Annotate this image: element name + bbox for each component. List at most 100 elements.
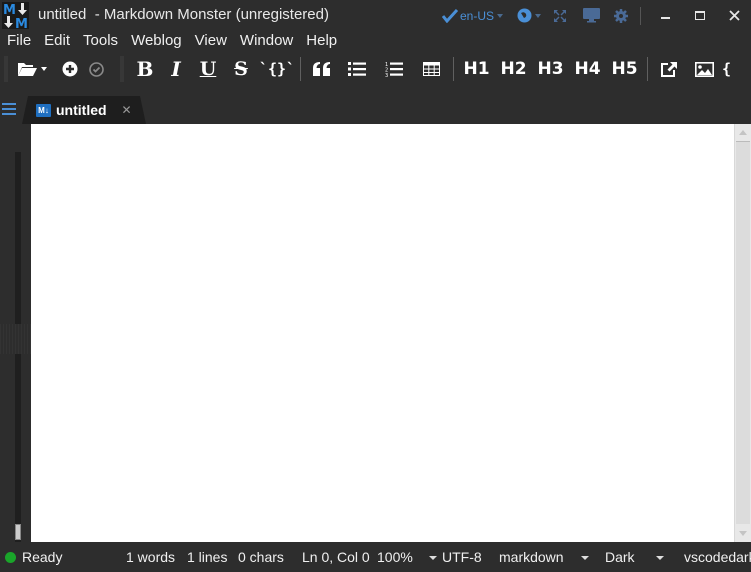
close-button[interactable]: [717, 0, 751, 31]
minimize-icon: [661, 16, 670, 19]
markdown-file-icon: M↓: [36, 103, 51, 117]
tab-untitled[interactable]: M↓ untitled ✕: [22, 96, 146, 124]
toolbar: B I U S `{}` 123 H1 H2 H3 H4 H5 {: [0, 52, 751, 86]
settings-button[interactable]: [614, 8, 628, 23]
chevron-down-icon: [656, 556, 665, 561]
markdown-editor[interactable]: [31, 124, 734, 542]
menu-icon: [2, 103, 16, 105]
editor-gutter: [0, 124, 31, 542]
status-text: Ready: [22, 549, 63, 565]
underline-button[interactable]: U: [192, 54, 224, 84]
menu-window[interactable]: Window: [233, 30, 299, 52]
heading5-button[interactable]: H5: [606, 54, 643, 84]
menu-view[interactable]: View: [188, 30, 233, 52]
sidebar-toggle-button[interactable]: [2, 103, 16, 115]
menu-help[interactable]: Help: [299, 30, 343, 52]
spellcheck-language-button[interactable]: en-US: [441, 8, 503, 23]
chevron-down-icon: [428, 556, 437, 561]
image-icon: [694, 61, 714, 77]
image-button[interactable]: [686, 54, 722, 84]
heading4-button[interactable]: H4: [569, 54, 606, 84]
web-button[interactable]: [517, 8, 541, 23]
chevron-down-icon: [40, 67, 47, 71]
new-document-button[interactable]: [58, 54, 82, 84]
toolbar-separator: [300, 57, 301, 81]
title-bar: M M untitled - Markdown Monster (unregis…: [0, 0, 751, 31]
numbered-list-icon: 123: [385, 62, 403, 77]
language-label: en-US: [459, 8, 494, 23]
title-separator: [640, 6, 641, 25]
gutter-handle[interactable]: [15, 524, 21, 540]
status-indicator-icon: [5, 552, 16, 563]
menu-tools[interactable]: Tools: [76, 30, 124, 52]
heading1-button[interactable]: H1: [458, 54, 495, 84]
zoom-value: 100%: [377, 549, 413, 565]
code-block-icon: {: [722, 60, 732, 78]
syntax-mode-value: markdown: [499, 549, 564, 565]
svg-text:3: 3: [385, 73, 388, 77]
bullet-list-icon: [348, 62, 366, 76]
char-count: 0 chars: [238, 549, 284, 565]
distraction-free-button[interactable]: [553, 9, 567, 23]
table-icon: [422, 62, 440, 76]
tab-close-button[interactable]: ✕: [122, 103, 132, 117]
open-file-button[interactable]: [14, 54, 50, 84]
globe-icon: [517, 8, 532, 23]
settings-icon: [614, 8, 628, 23]
heading3-button[interactable]: H3: [532, 54, 569, 84]
minimize-button[interactable]: [649, 0, 683, 31]
menu-weblog[interactable]: Weblog: [124, 30, 188, 52]
toolbar-separator: [453, 57, 454, 81]
sidebar-splitter[interactable]: [0, 324, 31, 354]
save-check-icon: [88, 61, 104, 77]
editor-vertical-scrollbar[interactable]: [734, 124, 751, 542]
encoding-label[interactable]: UTF-8: [442, 549, 482, 565]
inline-code-button[interactable]: `{}`: [258, 54, 296, 84]
cursor-position: Ln 0, Col 0: [302, 549, 370, 565]
code-block-button[interactable]: {: [722, 54, 742, 84]
svg-text:M: M: [15, 17, 28, 29]
svg-text:M: M: [3, 3, 16, 18]
maximize-button[interactable]: [683, 0, 717, 31]
heading2-button[interactable]: H2: [495, 54, 532, 84]
close-icon: [728, 10, 740, 21]
chevron-down-icon: [497, 13, 503, 18]
theme-dropdown[interactable]: Dark: [605, 549, 665, 565]
menu-file[interactable]: File: [0, 30, 37, 52]
open-folder-icon: [17, 63, 37, 76]
tab-label: untitled: [56, 102, 107, 118]
new-document-icon: [62, 61, 78, 77]
quote-button[interactable]: [305, 54, 339, 84]
tab-strip: M↓ untitled ✕: [0, 86, 751, 124]
word-count: 1 words: [126, 549, 176, 565]
numbered-list-button[interactable]: 123: [375, 54, 413, 84]
spellcheck-icon: [441, 8, 458, 23]
presentation-mode-button[interactable]: [583, 8, 600, 23]
status-bar: Ready 1 words 1 lines 0 chars Ln 0, Col …: [0, 542, 751, 572]
scroll-up-icon[interactable]: [739, 130, 747, 135]
maximize-icon: [695, 10, 705, 20]
bold-button[interactable]: B: [130, 54, 160, 84]
fullscreen-icon: [554, 9, 566, 22]
toolbar-grip[interactable]: [4, 56, 8, 82]
scrollbar-thumb[interactable]: [736, 141, 750, 524]
app-window: M M untitled - Markdown Monster (unregis…: [0, 0, 751, 572]
toolbar-separator: [647, 57, 648, 81]
table-button[interactable]: [413, 54, 449, 84]
strikethrough-button[interactable]: S: [224, 54, 258, 84]
italic-button[interactable]: I: [160, 54, 192, 84]
toolbar-grip[interactable]: [120, 56, 124, 82]
zoom-dropdown[interactable]: 100%: [377, 549, 437, 565]
menu-edit[interactable]: Edit: [37, 30, 76, 52]
link-button[interactable]: [652, 54, 686, 84]
scroll-down-icon[interactable]: [739, 531, 747, 536]
syntax-mode-dropdown[interactable]: markdown: [499, 549, 590, 565]
window-title: untitled - Markdown Monster (unregistere…: [38, 6, 329, 23]
save-button[interactable]: [84, 54, 108, 84]
line-count: 1 lines: [187, 549, 228, 565]
editor-theme-dropdown[interactable]: vscodedark: [684, 549, 751, 565]
bullet-list-button[interactable]: [339, 54, 375, 84]
app-logo-icon: M M: [2, 2, 29, 29]
presentation-icon: [583, 8, 600, 23]
menu-bar: File Edit Tools Weblog View Window Help: [0, 30, 343, 52]
